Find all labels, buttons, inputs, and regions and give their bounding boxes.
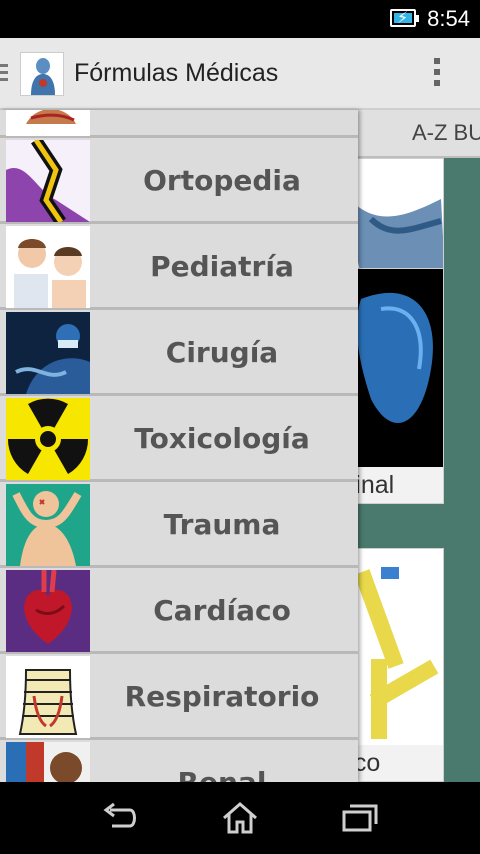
status-clock: 8:54 [427,6,470,31]
pediatria-thumbnail [6,226,90,308]
trauma-thumbnail [6,484,90,566]
back-icon[interactable] [100,800,140,836]
cardiaco-thumbnail [6,570,90,652]
drawer-item-neurologia[interactable]: Neurología [0,110,358,138]
ortopedia-thumbnail [6,140,90,222]
status-bar: ⚡ 8:54 [0,0,480,38]
action-bar: Fórmulas Médicas [0,38,480,110]
app-title: Fórmulas Médicas [74,59,279,87]
respiratorio-thumbnail [6,656,90,738]
drawer-indicator-icon[interactable] [0,64,8,84]
drawer-item-respiratorio[interactable]: Respiratorio [0,654,358,740]
drawer-item-pediatria[interactable]: Pediatría [0,224,358,310]
drawer-item-label: Ortopedia [143,164,301,197]
navigation-drawer: Neurología Ortopedia [0,110,358,782]
tab-a-z[interactable]: A-Z BU [412,120,480,146]
drawer-item-cirugia[interactable]: Cirugía [0,310,358,396]
recent-apps-icon[interactable] [340,800,380,836]
drawer-item-label: Neurología [90,110,354,138]
renal-thumbnail [6,742,90,782]
battery-icon: ⚡ [390,8,419,27]
drawer-item-cardiaco[interactable]: Cardíaco [0,568,358,654]
drawer-item-label: Cardíaco [153,594,291,627]
drawer-item-toxicologia[interactable]: Toxicología [0,396,358,482]
system-nav-bar [0,782,480,854]
drawer-item-label: Pediatría [150,250,294,283]
cirugia-thumbnail [6,312,90,394]
drawer-item-trauma[interactable]: Trauma [0,482,358,568]
overflow-menu-icon[interactable] [432,58,442,92]
drawer-item-label: Respiratorio [124,680,320,713]
drawer-list: Neurología Ortopedia [0,110,358,782]
drawer-item-label: Toxicología [134,422,310,455]
drawer-item-renal[interactable]: Renal [0,740,358,782]
app-logo-icon[interactable] [20,52,64,96]
toxicologia-thumbnail [6,398,90,480]
neuro-thumbnail [6,110,90,136]
drawer-item-ortopedia[interactable]: Ortopedia [0,138,358,224]
drawer-item-label: Cirugía [165,336,279,369]
drawer-item-label: Renal [90,740,354,782]
drawer-item-label: Trauma [163,508,281,541]
home-icon[interactable] [220,800,260,836]
